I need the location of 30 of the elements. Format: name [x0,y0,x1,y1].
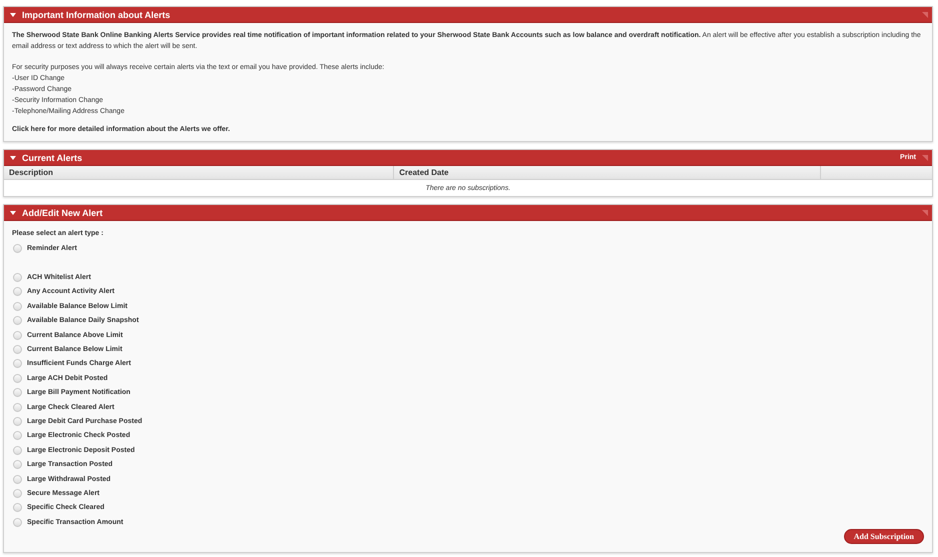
radio-button[interactable] [13,431,22,440]
radio-button[interactable] [13,518,22,527]
radio-button[interactable] [13,416,22,426]
radio-button[interactable] [13,474,22,484]
radio-button[interactable] [13,388,22,398]
radio-button[interactable] [13,330,22,340]
radio-button[interactable] [13,446,22,455]
radio-button[interactable] [13,488,22,498]
panel-title: Important Information about Alerts [22,10,170,20]
radio-button[interactable] [13,302,22,311]
corner-icon [922,210,928,216]
panel-title: Current Alerts [22,152,82,162]
radio-button[interactable] [13,273,22,282]
radio-button[interactable] [13,374,22,383]
panel-title: Add/Edit New Alert [22,208,103,218]
radio-button[interactable] [13,402,22,412]
corner-icon [922,12,928,18]
caret-icon[interactable] [10,12,16,16]
radio-button[interactable] [13,460,22,470]
caret-icon[interactable] [10,156,16,160]
add-subscription-button[interactable]: Add Subscription [844,529,924,544]
caret-icon[interactable] [10,210,16,214]
column-header: Description [4,166,394,180]
radio-button[interactable] [13,503,22,512]
radio-button[interactable] [13,345,22,354]
radio-button[interactable] [13,244,22,253]
radio-button[interactable] [13,287,22,296]
column-header: Created Date [394,166,821,180]
radio-button[interactable] [13,316,22,326]
radio-button[interactable] [13,359,22,368]
